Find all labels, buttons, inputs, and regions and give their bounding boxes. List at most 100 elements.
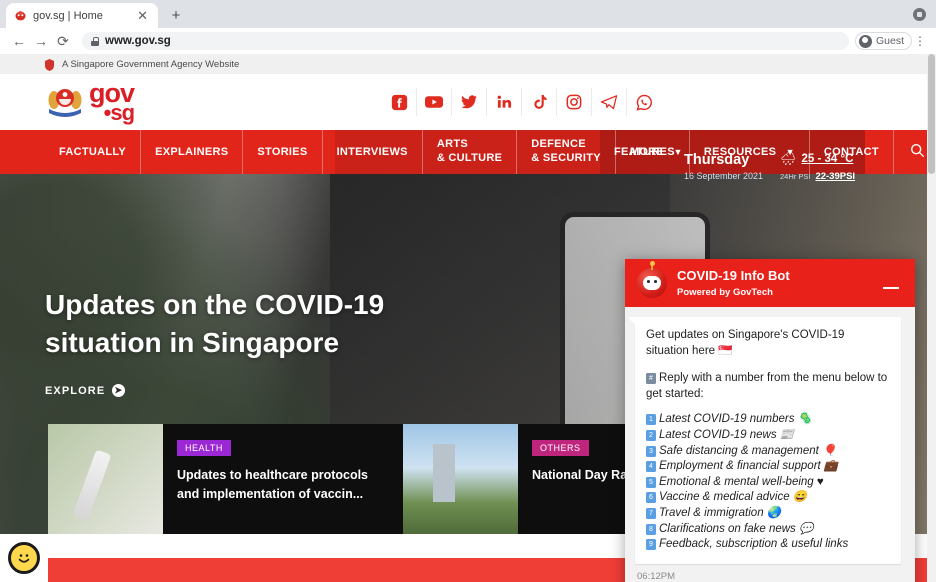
youtube-icon[interactable] — [417, 88, 452, 116]
url-text: www.gov.sg — [105, 35, 171, 47]
browser-window: gov.sg | Home ✕ + ← → ⟳ www.gov.sg Guest… — [0, 0, 936, 582]
nav-label-line2: & CULTURE — [436, 152, 503, 164]
page-viewport: A Singapore Government Agency Website go — [0, 54, 936, 582]
chat-menu-item[interactable]: 6 Vaccine & medical advice 😄 — [646, 490, 890, 506]
nav-label: STORIES — [257, 146, 308, 158]
reload-icon[interactable]: ⟳ — [52, 30, 74, 52]
chat-menu-item[interactable]: 2 Latest COVID-19 news 📰 — [646, 428, 890, 444]
featured-card[interactable]: HEALTH Updates to healthcare protocols a… — [48, 424, 403, 534]
nav-primary-group: FACTUALLY EXPLAINERS STORIES INTERVIEWS … — [45, 130, 697, 174]
arrow-right-circle-icon: ➤ — [112, 384, 126, 398]
lock-icon — [91, 36, 99, 46]
chat-prompt-text: Reply with a number from the menu below … — [646, 371, 888, 400]
social-links — [382, 88, 662, 116]
profile-label: Guest — [875, 35, 904, 47]
nav-label: INTERVIEWS — [336, 146, 408, 158]
account-icon — [858, 34, 872, 48]
robot-avatar-icon — [637, 261, 667, 298]
chat-subtitle: Powered by GovTech — [677, 286, 773, 298]
menu-number: 8 — [646, 523, 656, 535]
card-title: Updates to healthcare protocols and impl… — [177, 468, 369, 501]
minimize-icon[interactable] — [883, 286, 899, 290]
menu-label: Latest COVID-19 news 📰 — [659, 428, 795, 441]
plus-icon[interactable]: + — [166, 6, 186, 26]
forward-arrow-icon[interactable]: → — [30, 30, 52, 52]
singapore-coat-of-arms-icon — [45, 82, 85, 122]
hero-explore-link[interactable]: EXPLORE ➤ — [45, 384, 465, 398]
search-icon — [910, 143, 925, 161]
chat-menu-item[interactable]: 3 Safe distancing & management 🎈 — [646, 444, 890, 460]
kebab-menu-icon[interactable]: ⋮ — [912, 34, 928, 48]
singapore-cityscape-image — [403, 424, 518, 534]
chat-title: COVID-19 Info Bot — [677, 268, 790, 284]
nav-label: DEFENCE — [531, 138, 586, 151]
chat-menu-item[interactable]: 8 Clarifications on fake news 💬 — [646, 522, 890, 538]
nav-label: FACTUALLY — [59, 146, 127, 158]
govsg-favicon — [14, 9, 27, 22]
government-banner-text: A Singapore Government Agency Website — [62, 58, 240, 70]
chat-menu-item[interactable]: 9 Feedback, subscription & useful links — [646, 537, 890, 553]
status-badge: HEALTH — [177, 440, 231, 456]
tiktok-icon[interactable] — [522, 88, 557, 116]
nav-label: RESOURCES — [703, 146, 777, 158]
chat-intro-text: Get updates on Singapore's COVID-19 situ… — [646, 329, 845, 358]
chat-menu-item[interactable]: 4 Employment & financial support 💼 — [646, 459, 890, 475]
page-scrollbar[interactable] — [927, 54, 936, 582]
menu-number: 6 — [646, 492, 656, 504]
nav-item-explainers[interactable]: EXPLAINERS — [141, 130, 244, 174]
instagram-icon[interactable] — [557, 88, 592, 116]
site-header: gov •sg Thursday 16 September 2021 🌧 25 … — [0, 74, 936, 194]
chat-menu-item[interactable]: 1 Latest COVID-19 numbers 🦠 — [646, 412, 890, 428]
nav-item-factually[interactable]: FACTUALLY — [45, 130, 142, 174]
nav-item-interviews[interactable]: INTERVIEWS — [323, 130, 423, 174]
nav-secondary-group: FEATURES RESOURCES ▼ CONTACT — [600, 130, 936, 174]
telegram-icon[interactable] — [592, 88, 627, 116]
browser-tab[interactable]: gov.sg | Home ✕ — [6, 3, 158, 28]
menu-label: Latest COVID-19 numbers 🦠 — [659, 413, 813, 426]
scrollbar-thumb[interactable] — [928, 54, 935, 174]
profile-circle-icon[interactable] — [913, 8, 926, 21]
menu-number: 1 — [646, 414, 656, 426]
menu-number: 7 — [646, 508, 656, 520]
site-logo[interactable]: gov •sg — [45, 80, 135, 124]
nav-item-resources[interactable]: RESOURCES ▼ — [690, 130, 810, 174]
address-bar[interactable]: www.gov.sg — [82, 32, 849, 50]
whatsapp-icon[interactable] — [627, 88, 662, 116]
nav-item-contact[interactable]: CONTACT — [810, 130, 894, 174]
keypad-icon: # — [646, 372, 656, 384]
smiley-feedback-icon[interactable] — [8, 542, 40, 574]
nav-label: FEATURES — [614, 146, 675, 158]
twitter-icon[interactable] — [452, 88, 487, 116]
government-banner[interactable]: A Singapore Government Agency Website — [0, 54, 936, 74]
main-navigation: FACTUALLY EXPLAINERS STORIES INTERVIEWS … — [0, 130, 936, 174]
chat-menu-item[interactable]: 5 Emotional & mental well-being ♥ — [646, 475, 890, 491]
menu-label: Clarifications on fake news 💬 — [659, 522, 814, 535]
menu-label: Safe distancing & management 🎈 — [659, 444, 837, 457]
facebook-icon[interactable] — [382, 88, 417, 116]
nav-label: CONTACT — [823, 146, 879, 158]
menu-label: Feedback, subscription & useful links — [659, 538, 849, 551]
nav-item-arts-culture[interactable]: ARTS & CULTURE — [423, 130, 518, 174]
nav-label: EXPLAINERS — [155, 146, 229, 158]
status-badge: OTHERS — [532, 440, 589, 456]
close-icon[interactable]: ✕ — [135, 9, 150, 22]
menu-number: 3 — [646, 445, 656, 457]
chat-header[interactable]: COVID-19 Info Bot Powered by GovTech — [625, 259, 915, 307]
menu-label: Employment & financial support 💼 — [659, 460, 839, 473]
nav-item-features[interactable]: FEATURES — [600, 130, 690, 174]
browser-toolbar: ← → ⟳ www.gov.sg Guest ⋮ — [0, 28, 936, 54]
chat-menu-item[interactable]: 7 Travel & immigration 🌏 — [646, 506, 890, 522]
covid-info-bot-widget: COVID-19 Info Bot Powered by GovTech Get… — [625, 259, 915, 582]
linkedin-icon[interactable] — [487, 88, 522, 116]
menu-label: Travel & immigration 🌏 — [659, 507, 782, 520]
menu-number: 5 — [646, 476, 656, 488]
nav-item-stories[interactable]: STORIES — [243, 130, 323, 174]
chevron-down-icon: ▼ — [785, 147, 795, 157]
nav-label: ARTS — [436, 138, 468, 151]
card-body: HEALTH Updates to healthcare protocols a… — [163, 424, 403, 534]
vaccine-syringe-image — [48, 424, 163, 534]
back-arrow-icon[interactable]: ← — [8, 30, 30, 52]
profile-button[interactable]: Guest — [854, 32, 912, 50]
hero-content: Updates on the COVID-19 situation in Sin… — [45, 286, 465, 398]
chat-message-list: Get updates on Singapore's COVID-19 situ… — [625, 307, 915, 582]
